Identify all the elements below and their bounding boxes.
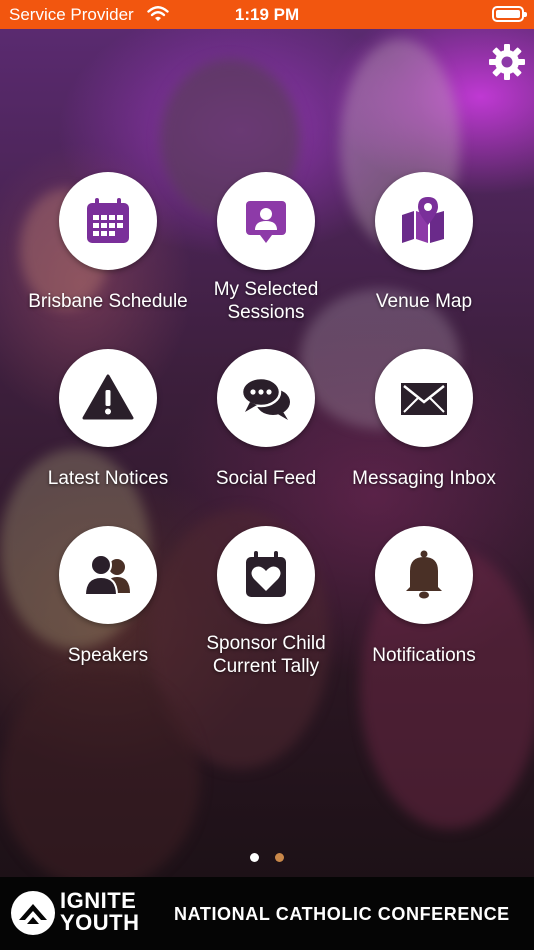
menu-item-notifications[interactable]: Notifications — [344, 526, 504, 678]
footer-tagline: NATIONAL CATHOLIC CONFERENCE — [174, 904, 510, 924]
people-icon — [83, 554, 130, 596]
menu-item-latest-notices[interactable]: Latest Notices — [28, 349, 188, 501]
menu-item-label: Venue Map — [375, 290, 473, 312]
menu-item-venue-map[interactable]: Venue Map — [344, 172, 504, 324]
page-dot-active[interactable] — [249, 853, 259, 862]
battery-icon — [492, 6, 527, 22]
menu-item-label: Social Feed — [215, 467, 317, 489]
map-pin-icon — [402, 197, 444, 243]
status-bar: Service Provider 1:19 PM — [0, 0, 534, 29]
menu-item-speakers[interactable]: Speakers — [28, 526, 188, 678]
menu-item-label: Speakers — [67, 644, 149, 666]
menu-item-label: Latest Notices — [47, 467, 169, 489]
settings-gear-icon[interactable] — [487, 42, 527, 82]
calendar-icon — [87, 198, 129, 243]
footer-banner: IGNITE YOUTH NATIONAL CATHOLIC CONFERENC… — [0, 877, 534, 950]
menu-item-messaging-inbox[interactable]: Messaging Inbox — [344, 349, 504, 501]
page-indicator — [0, 849, 534, 867]
chat-bubbles-icon — [240, 376, 290, 420]
heart-calendar-icon — [246, 551, 286, 597]
menu-item-label: My Selected Sessions — [213, 279, 319, 323]
warning-icon — [82, 374, 134, 420]
bell-icon — [406, 550, 442, 599]
menu-item-label: Messaging Inbox — [352, 467, 496, 489]
menu-item-social-feed[interactable]: Social Feed — [186, 349, 346, 501]
menu-item-label: Brisbane Schedule — [28, 290, 188, 312]
ignite-logo-icon — [11, 891, 55, 935]
logo-line-1: IGNITE — [60, 888, 137, 913]
logo-line-2: YOUTH — [60, 910, 140, 935]
user-badge-icon — [246, 201, 286, 243]
clock-time: 1:19 PM — [234, 5, 300, 24]
menu-item-label: Sponsor Child Current Tally — [206, 633, 326, 677]
menu-item-my-selected-sessions[interactable]: My Selected Sessions — [186, 172, 346, 324]
page-dot-inactive[interactable] — [275, 853, 285, 862]
envelope-icon — [401, 383, 447, 415]
menu-item-label: Notifications — [372, 644, 476, 666]
logo-wordmark: IGNITE YOUTH — [60, 890, 140, 934]
menu-item-sponsor-child-tally[interactable]: Sponsor Child Current Tally — [186, 526, 346, 678]
menu-item-brisbane-schedule[interactable]: Brisbane Schedule — [28, 172, 188, 324]
